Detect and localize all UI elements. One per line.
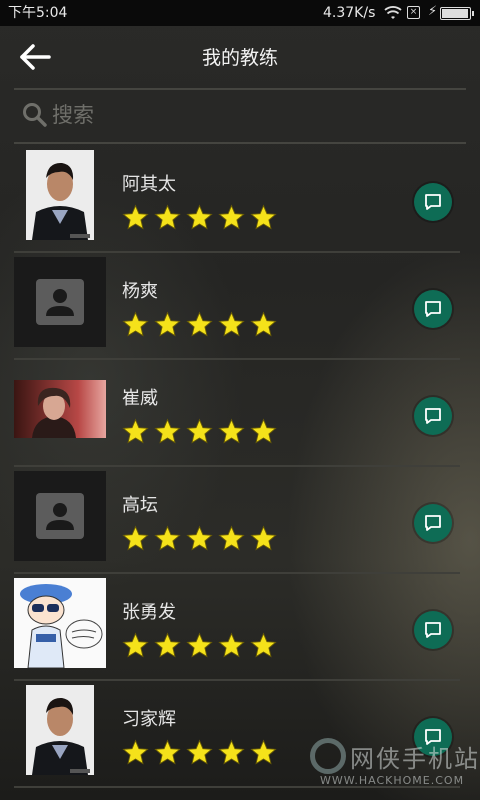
message-button[interactable] <box>414 504 452 542</box>
coach-name: 高坛 <box>122 495 158 516</box>
star-icon <box>186 204 213 230</box>
chat-bubble-icon <box>425 515 441 531</box>
star-icon <box>250 525 277 551</box>
search-bar[interactable] <box>22 96 462 138</box>
star-icon <box>154 632 181 658</box>
star-icon <box>122 525 149 551</box>
rating-stars <box>122 204 277 231</box>
app-header: 我的教练 <box>0 26 480 88</box>
search-input[interactable] <box>52 98 452 132</box>
star-icon <box>250 632 277 658</box>
star-icon <box>250 739 277 765</box>
star-icon <box>154 739 181 765</box>
rating-stars <box>122 739 277 766</box>
star-icon <box>186 632 213 658</box>
coach-row[interactable]: 张勇发 <box>0 574 480 681</box>
coach-avatar <box>26 685 94 775</box>
star-icon <box>154 204 181 230</box>
rating-stars <box>122 418 277 445</box>
star-icon <box>250 311 277 337</box>
coach-name: 崔威 <box>122 388 158 409</box>
chat-bubble-icon <box>425 408 441 424</box>
star-icon <box>186 311 213 337</box>
coach-name: 杨爽 <box>122 281 158 302</box>
star-icon <box>122 204 149 230</box>
watermark: 网侠手机站 WWW.HACKHOME.COM <box>310 732 478 792</box>
default-avatar-icon <box>36 279 84 325</box>
page-title: 我的教练 <box>201 47 278 69</box>
star-icon <box>154 311 181 337</box>
watermark-url: WWW.HACKHOME.COM <box>320 774 465 787</box>
coach-avatar <box>14 257 106 347</box>
star-icon <box>218 418 245 444</box>
star-icon <box>218 525 245 551</box>
rating-stars <box>122 525 277 552</box>
coach-name: 阿其太 <box>122 174 176 195</box>
wifi-icon <box>384 6 402 19</box>
status-bar: 下午5:04 4.37K/s × ⚡ <box>0 0 480 26</box>
star-icon <box>218 311 245 337</box>
watermark-logo-icon <box>310 738 346 774</box>
battery-icon <box>440 7 474 20</box>
star-icon <box>250 418 277 444</box>
status-net-speed: 4.37K/s <box>323 5 376 21</box>
chat-bubble-icon <box>425 301 441 317</box>
star-icon <box>218 632 245 658</box>
star-icon <box>154 418 181 444</box>
coach-avatar <box>14 578 106 668</box>
star-icon <box>186 739 213 765</box>
sim-icon: × <box>407 6 420 19</box>
star-icon <box>154 525 181 551</box>
coach-row[interactable]: 高坛 <box>0 467 480 574</box>
search-icon <box>23 103 47 127</box>
status-time: 下午5:04 <box>8 5 68 21</box>
coach-name: 张勇发 <box>122 602 176 623</box>
star-icon <box>186 525 213 551</box>
star-icon <box>218 204 245 230</box>
star-icon <box>122 311 149 337</box>
coach-row[interactable]: 杨爽 <box>0 253 480 360</box>
search-divider <box>14 142 466 144</box>
star-icon <box>218 739 245 765</box>
chat-bubble-icon <box>425 622 441 638</box>
message-button[interactable] <box>414 183 452 221</box>
coach-name: 习家辉 <box>122 709 176 730</box>
rating-stars <box>122 632 277 659</box>
star-icon <box>186 418 213 444</box>
message-button[interactable] <box>414 290 452 328</box>
coach-avatar <box>26 150 94 240</box>
star-icon <box>122 418 149 444</box>
coach-list: 阿其太 杨爽 崔威 高坛 张勇发 习家辉 <box>0 146 480 788</box>
message-button[interactable] <box>414 611 452 649</box>
message-button[interactable] <box>414 397 452 435</box>
coach-row[interactable]: 崔威 <box>0 360 480 467</box>
star-icon <box>250 204 277 230</box>
coach-avatar <box>14 471 106 561</box>
rating-stars <box>122 311 277 338</box>
charging-icon: ⚡ <box>428 4 438 19</box>
star-icon <box>122 632 149 658</box>
star-icon <box>122 739 149 765</box>
watermark-text: 网侠手机站 <box>350 745 480 773</box>
coach-row[interactable]: 阿其太 <box>0 146 480 253</box>
chat-bubble-icon <box>425 194 441 210</box>
header-divider <box>14 88 466 90</box>
default-avatar-icon <box>36 493 84 539</box>
coach-avatar <box>14 380 106 438</box>
